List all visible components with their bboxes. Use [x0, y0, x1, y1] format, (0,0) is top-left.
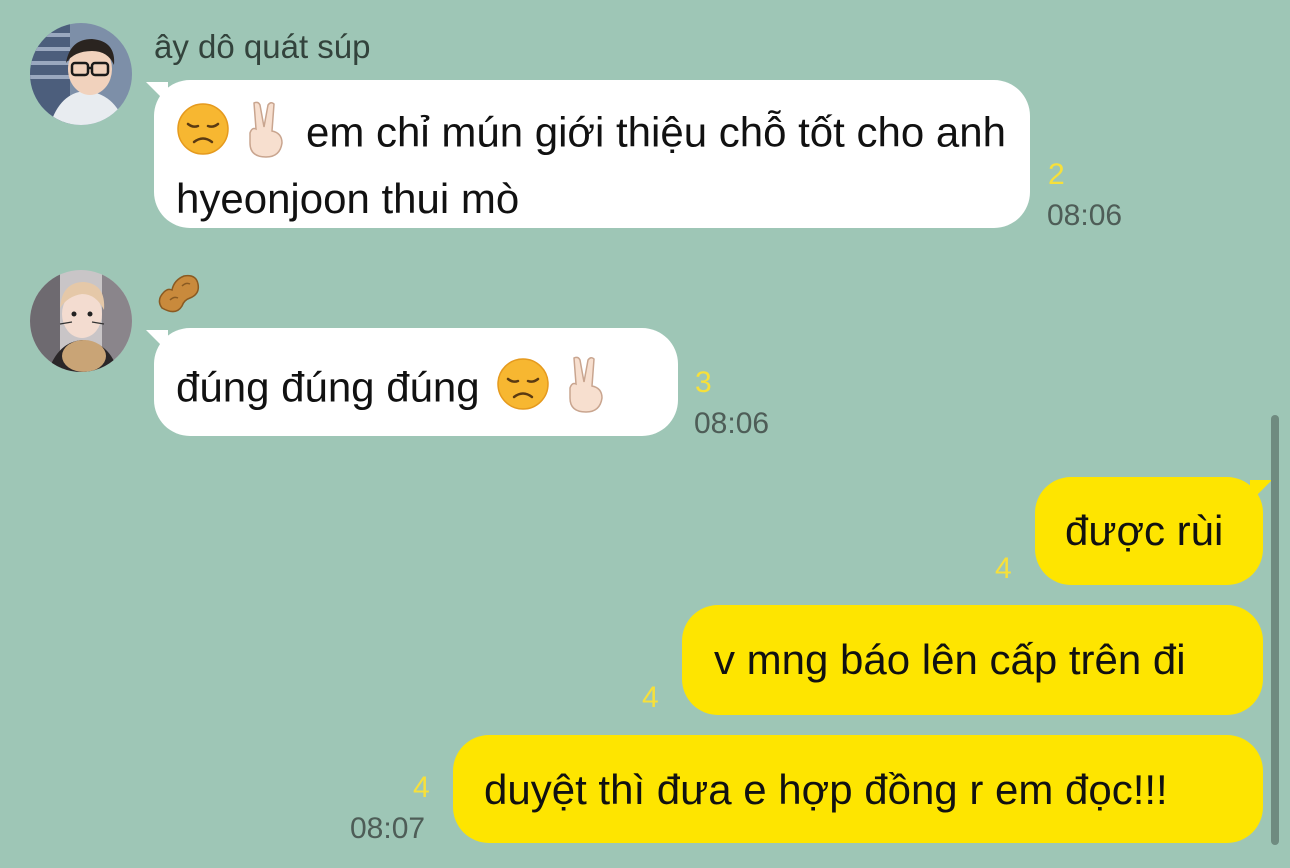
- message-text: duyệt thì đưa e hợp đồng r em đọc!!!: [484, 766, 1168, 813]
- avatar-photo-icon: [30, 270, 132, 372]
- message-text: được rùi: [1065, 507, 1224, 554]
- unread-count: 4: [995, 552, 1012, 585]
- outgoing-message-bubble[interactable]: được rùi: [1035, 477, 1263, 585]
- message-time: 08:07: [350, 812, 426, 845]
- incoming-message-bubble[interactable]: đúng đúng đúng: [154, 328, 678, 436]
- scrollbar[interactable]: [1271, 415, 1279, 845]
- message-time: 08:06: [1047, 199, 1123, 232]
- sender-avatar[interactable]: [30, 23, 132, 125]
- unread-count: 4: [642, 681, 659, 714]
- unread-count: 3: [695, 366, 712, 399]
- disappointed-face-icon: [176, 102, 230, 169]
- avatar-photo-icon: [30, 23, 132, 125]
- outgoing-message-bubble[interactable]: v mng báo lên cấp trên đi: [682, 605, 1263, 715]
- disappointed-face-icon: [496, 357, 550, 424]
- unread-count: 2: [1048, 158, 1065, 191]
- incoming-message-bubble[interactable]: em chỉ mún giới thiệu chỗ tốt cho anh hy…: [154, 80, 1030, 228]
- sender-avatar[interactable]: [30, 270, 132, 372]
- message-text: đúng đúng đúng: [176, 363, 480, 411]
- victory-hand-icon: [558, 354, 612, 427]
- message-time: 08:06: [694, 407, 770, 440]
- sender-name-peanut-icon: [154, 270, 202, 321]
- message-text: v mng báo lên cấp trên đi: [714, 636, 1186, 683]
- message-text: em chỉ mún giới thiệu chỗ tốt cho anh hy…: [176, 108, 1006, 222]
- unread-count: 4: [413, 771, 430, 804]
- outgoing-message-bubble[interactable]: duyệt thì đưa e hợp đồng r em đọc!!!: [453, 735, 1263, 843]
- sender-name: ây dô quát súp: [154, 28, 371, 65]
- victory-hand-icon: [238, 99, 292, 172]
